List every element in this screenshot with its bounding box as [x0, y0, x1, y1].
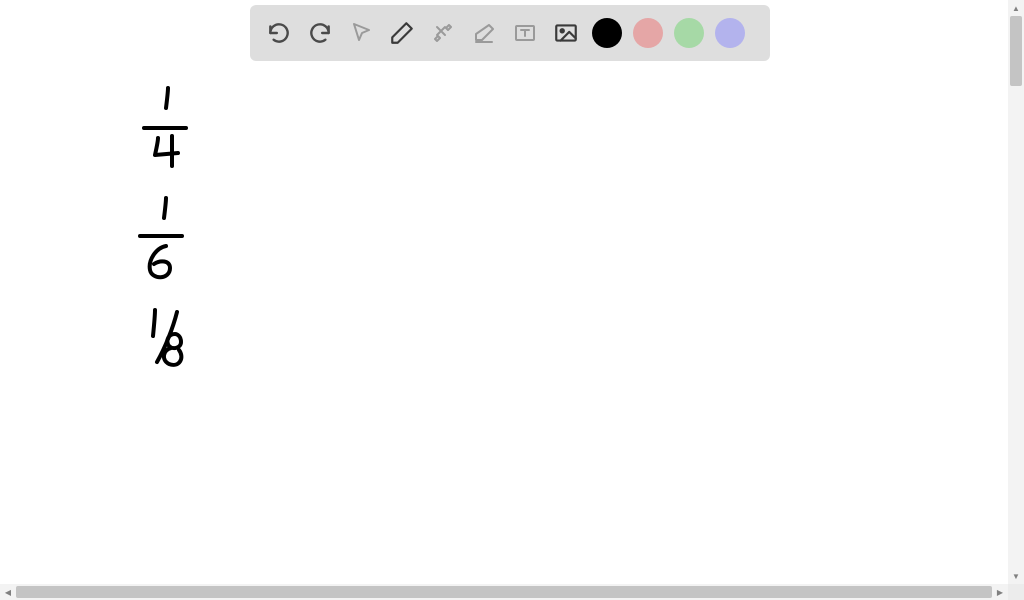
scroll-down-arrow[interactable]: ▼ [1008, 568, 1024, 584]
handwritten-strokes [130, 80, 210, 380]
scrollbar-corner [1008, 584, 1024, 600]
eraser-button[interactable] [465, 14, 503, 52]
textbox-button[interactable] [506, 14, 544, 52]
vertical-scrollbar[interactable]: ▲ ▼ [1008, 0, 1024, 584]
color-pink[interactable] [633, 18, 663, 48]
image-button[interactable] [547, 14, 585, 52]
drawing-toolbar [250, 5, 770, 61]
scroll-right-arrow[interactable]: ▶ [992, 584, 1008, 600]
drawing-canvas[interactable] [0, 0, 1008, 585]
pen-button[interactable] [383, 14, 421, 52]
scroll-left-arrow[interactable]: ◀ [0, 584, 16, 600]
color-black[interactable] [592, 18, 622, 48]
horizontal-scroll-thumb[interactable] [16, 586, 992, 598]
color-purple[interactable] [715, 18, 745, 48]
tools-button[interactable] [424, 14, 462, 52]
color-green[interactable] [674, 18, 704, 48]
horizontal-scrollbar[interactable]: ◀ ▶ [0, 584, 1008, 600]
redo-button[interactable] [301, 14, 339, 52]
undo-button[interactable] [260, 14, 298, 52]
pointer-button[interactable] [342, 14, 380, 52]
vertical-scroll-thumb[interactable] [1010, 16, 1022, 86]
scroll-up-arrow[interactable]: ▲ [1008, 0, 1024, 16]
